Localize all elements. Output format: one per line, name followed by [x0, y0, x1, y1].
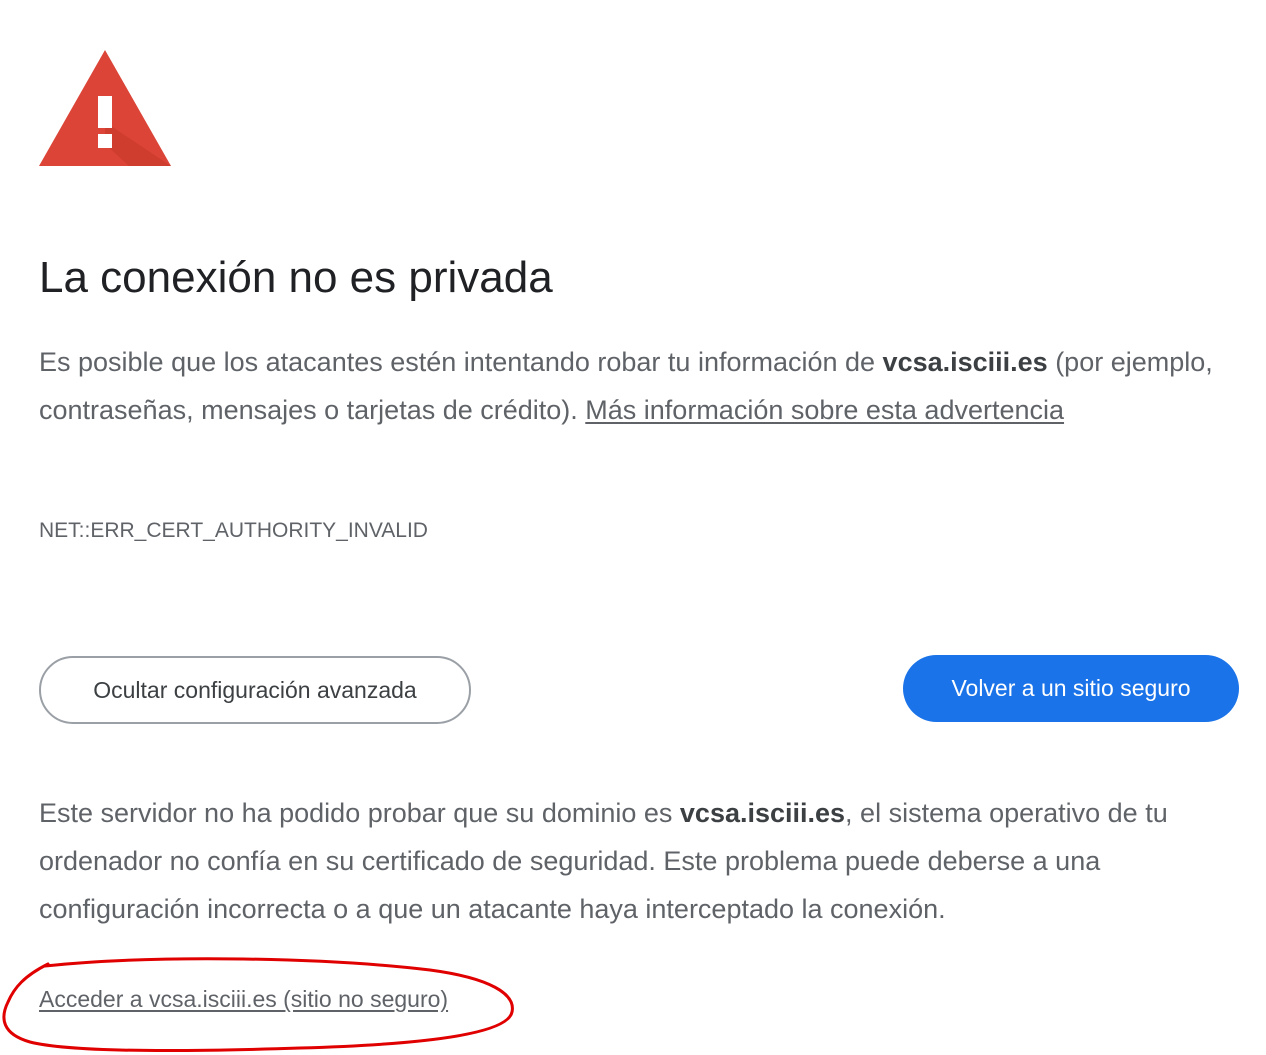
error-code: NET::ERR_CERT_AUTHORITY_INVALID — [39, 519, 428, 542]
back-to-safety-button[interactable]: Volver a un sitio seguro — [903, 655, 1239, 722]
details-domain: vcsa.isciii.es — [679, 798, 846, 828]
learn-more-link[interactable]: Más información sobre esta advertencia — [585, 395, 1064, 425]
proceed-unsafe-link[interactable]: Acceder a vcsa.isciii.es (sitio no segur… — [39, 983, 448, 1015]
intro-domain: vcsa.isciii.es — [882, 347, 1048, 377]
details-description: Este servidor no ha podido probar que su… — [39, 789, 1249, 933]
details-text-before: Este servidor no ha podido probar que su… — [39, 798, 680, 828]
intro-text-before: Es posible que los atacantes estén inten… — [39, 347, 883, 377]
hide-advanced-button[interactable]: Ocultar configuración avanzada — [39, 656, 471, 724]
page-title: La conexión no es privada — [39, 253, 553, 302]
warning-triangle-icon — [39, 50, 171, 166]
warning-description: Es posible que los atacantes estén inten… — [39, 338, 1229, 434]
